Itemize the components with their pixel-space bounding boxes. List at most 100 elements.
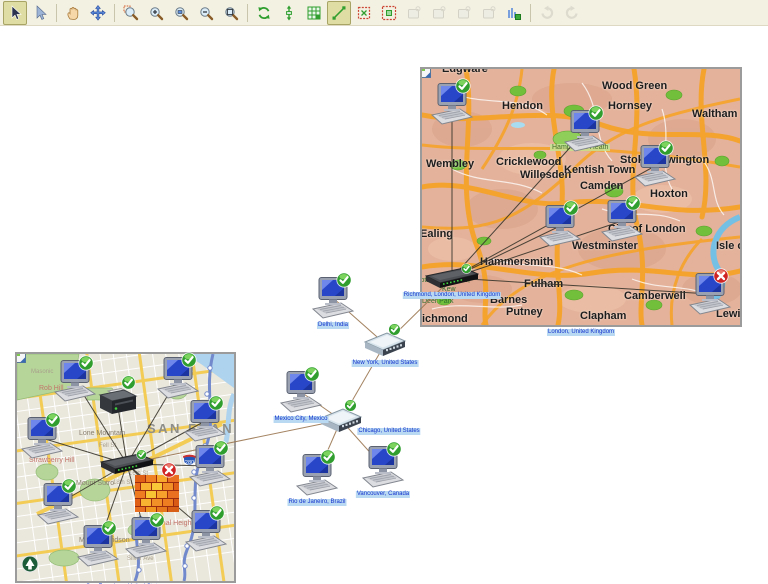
map-node-icon[interactable] (17, 354, 27, 364)
status-ok-icon (149, 512, 165, 528)
computer-node[interactable] (123, 512, 169, 559)
status-ok-icon (304, 366, 320, 382)
computer-node[interactable] (687, 268, 733, 315)
computer-node[interactable] (429, 78, 475, 125)
map-place-label: Cricklewood (496, 156, 562, 168)
computer-node[interactable] (52, 355, 98, 402)
page-action-1 (402, 1, 426, 25)
map-place-label: 18th St (113, 480, 133, 486)
page-icon (483, 5, 496, 18)
expand-area-tool[interactable] (352, 1, 376, 25)
status-ok-icon (320, 449, 336, 465)
move-tool[interactable] (86, 1, 110, 25)
status-ok-icon (344, 399, 357, 412)
map-canvas[interactable]: Edgware Hendon Wood Green Hornsey Waltham Wem… (0, 26, 768, 584)
map-place-label: Wood Green (602, 80, 668, 92)
multi-select-tool[interactable] (28, 1, 52, 25)
map-place-label: Isle of Dogs (716, 240, 740, 252)
computer-node[interactable] (75, 520, 121, 567)
map-place-label: Lone Mountain (79, 430, 126, 437)
node-label: Chicago, United States (357, 428, 421, 435)
page-icon (408, 5, 421, 18)
zoomwin-icon (175, 6, 189, 20)
computer-node[interactable] (632, 140, 678, 187)
zoom-in-tool[interactable] (144, 1, 168, 25)
computer-node[interactable] (187, 440, 233, 487)
toolbar-separator (247, 3, 248, 22)
computer-node[interactable] (360, 441, 406, 488)
map-place-label: Ealing (420, 228, 454, 240)
map-place-label: Fell St (99, 443, 117, 449)
map-node-icon[interactable] (422, 69, 432, 79)
status-ok-icon (213, 440, 229, 456)
status-error-icon (713, 268, 729, 284)
layout-tree-tool[interactable] (277, 1, 301, 25)
firewall-node[interactable] (134, 462, 180, 513)
map-place-label: Camden (580, 180, 624, 192)
page-action-4 (477, 1, 501, 25)
switch-node[interactable] (424, 263, 480, 289)
computer-node[interactable] (182, 395, 228, 442)
pan-tool[interactable] (61, 1, 85, 25)
zoomin-icon (150, 6, 164, 20)
relayout-tool[interactable] (252, 1, 276, 25)
zoomarea-icon (123, 5, 139, 20)
computer-node[interactable] (155, 352, 201, 399)
status-ok-icon (388, 323, 401, 336)
toolbar (0, 0, 768, 26)
toolbar-separator (114, 3, 115, 22)
link-tool[interactable] (327, 0, 351, 25)
status-ok-icon (625, 195, 641, 211)
status-ok-icon (563, 200, 579, 216)
redo-button (560, 1, 584, 25)
refresh-icon (258, 6, 270, 19)
zoom-out-tool[interactable] (194, 1, 218, 25)
grid-icon (307, 6, 321, 19)
find-in-map-tool[interactable] (502, 1, 526, 25)
page-icon (433, 5, 446, 18)
toolbar-separator (56, 3, 57, 22)
status-ok-icon (45, 412, 61, 428)
toolbar-separator (530, 3, 531, 22)
layout-grid-tool[interactable] (302, 1, 326, 25)
computer-node[interactable] (310, 272, 356, 319)
zoom-fit-tool[interactable] (219, 1, 243, 25)
map-place-label: Hornsey (608, 100, 653, 112)
status-ok-icon (658, 140, 674, 156)
map-compass-icon (21, 555, 39, 573)
firewall-icon (135, 475, 179, 512)
node-label: Vancouver, Canada (355, 491, 411, 498)
map-place-label: Waltham (692, 108, 738, 120)
computer-node[interactable] (537, 200, 583, 247)
map-place-label: Hammersmith (480, 256, 554, 268)
map-place-label: Clapham (580, 310, 627, 322)
computer-node[interactable] (599, 195, 645, 242)
computer-node[interactable] (562, 105, 608, 152)
map-place-label: Fulham (524, 278, 564, 290)
computer-node[interactable] (294, 449, 340, 496)
move-icon (90, 4, 106, 21)
status-ok-icon (208, 395, 224, 411)
select-tool[interactable] (3, 0, 27, 25)
zoom-area-tool[interactable] (119, 1, 143, 25)
link-icon (332, 5, 346, 20)
page-action-2 (427, 1, 451, 25)
map-place-label: Deer Park (422, 298, 454, 305)
cursor2-icon (36, 4, 47, 20)
page-action-3 (452, 1, 476, 25)
zoom-window-tool[interactable] (169, 1, 193, 25)
redo-icon (565, 5, 578, 19)
computer-node[interactable] (35, 478, 81, 525)
status-ok-icon (461, 263, 472, 274)
map-place-label: Richmond (421, 313, 468, 325)
status-ok-icon (386, 441, 402, 457)
router-node[interactable] (362, 323, 408, 357)
map-caption-label[interactable]: London, United Kingdom (546, 329, 616, 336)
computer-node[interactable] (183, 505, 229, 552)
map-place-label: Putney (506, 306, 543, 318)
undo-button (535, 1, 559, 25)
computer-node[interactable] (19, 412, 65, 459)
switch-node[interactable] (99, 449, 155, 475)
printer-node[interactable] (95, 375, 139, 418)
shrink-area-tool[interactable] (377, 1, 401, 25)
